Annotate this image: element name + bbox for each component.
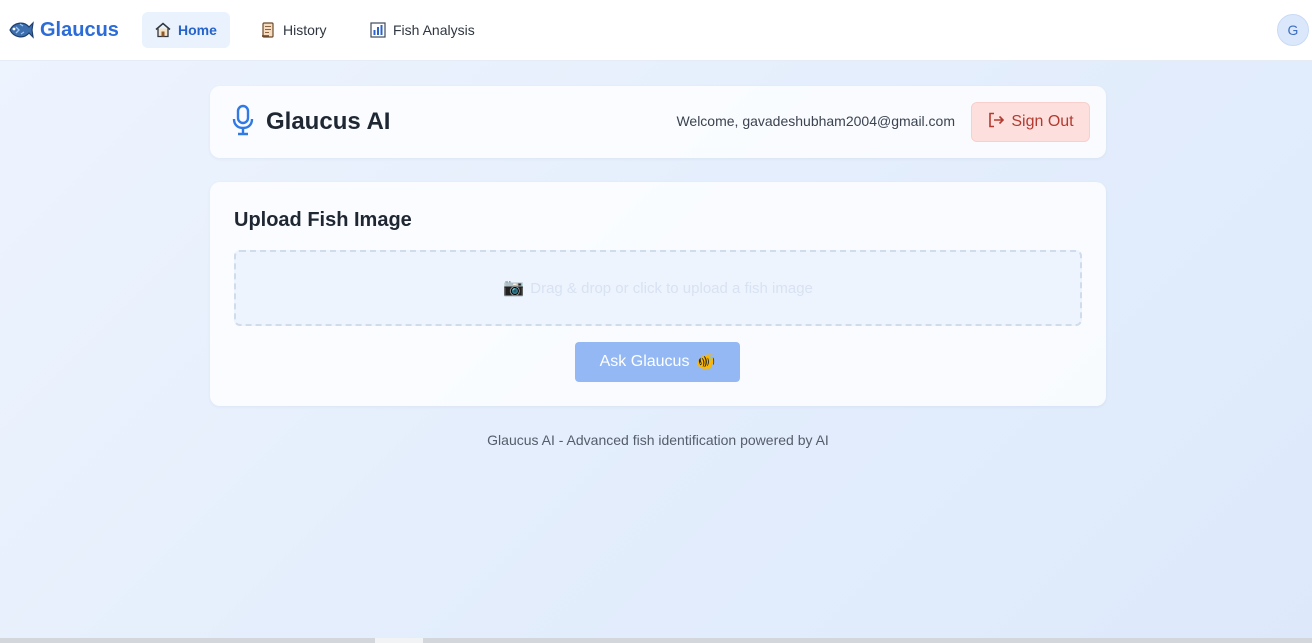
app-header: Glaucus AI: [230, 104, 391, 141]
image-dropzone[interactable]: 📷 Drag & drop or click to upload a fish …: [234, 250, 1082, 326]
upload-card: Upload Fish Image 📷 Drag & drop or click…: [210, 182, 1106, 406]
top-navbar: Glaucus Home History Fish Analysis G: [0, 0, 1312, 61]
scroll-icon: [259, 21, 277, 39]
nav-history-link[interactable]: History: [247, 12, 347, 48]
logout-icon: [987, 111, 1005, 134]
sign-out-button[interactable]: Sign Out: [971, 102, 1090, 142]
user-avatar[interactable]: G: [1277, 14, 1309, 46]
ask-glaucus-label: Ask Glaucus: [599, 353, 690, 370]
dropzone-text: Drag & drop or click to upload a fish im…: [530, 279, 813, 297]
nav-home-label: Home: [178, 22, 217, 38]
microphone-icon: [230, 104, 256, 141]
camera-icon: 📷: [503, 278, 525, 297]
upload-title: Upload Fish Image: [234, 209, 412, 231]
nav-home-link[interactable]: Home: [142, 12, 230, 48]
tropical-fish-icon: 🐠: [695, 354, 716, 371]
nav-fish-analysis-label: Fish Analysis: [393, 22, 475, 38]
brand-name: Glaucus: [40, 18, 119, 41]
ask-glaucus-button[interactable]: Ask Glaucus 🐠: [575, 342, 740, 382]
nav-fish-analysis-link[interactable]: Fish Analysis: [357, 12, 492, 48]
horizontal-scrollbar[interactable]: [0, 638, 1312, 643]
footer-text: Glaucus AI - Advanced fish identificatio…: [487, 432, 829, 448]
home-icon: [154, 21, 172, 39]
nav-history-label: History: [283, 22, 327, 38]
bar-chart-icon: [369, 21, 387, 39]
brand-logo[interactable]: Glaucus: [8, 17, 119, 43]
header-card: Glaucus AI Welcome, gavadeshubham2004@gm…: [210, 86, 1106, 158]
app-title: Glaucus AI: [266, 108, 391, 135]
welcome-message: Welcome, gavadeshubham2004@gmail.com: [676, 113, 955, 129]
fish-icon: [8, 19, 34, 41]
scrollbar-thumb[interactable]: [375, 638, 423, 643]
sign-out-label: Sign Out: [1011, 113, 1074, 130]
